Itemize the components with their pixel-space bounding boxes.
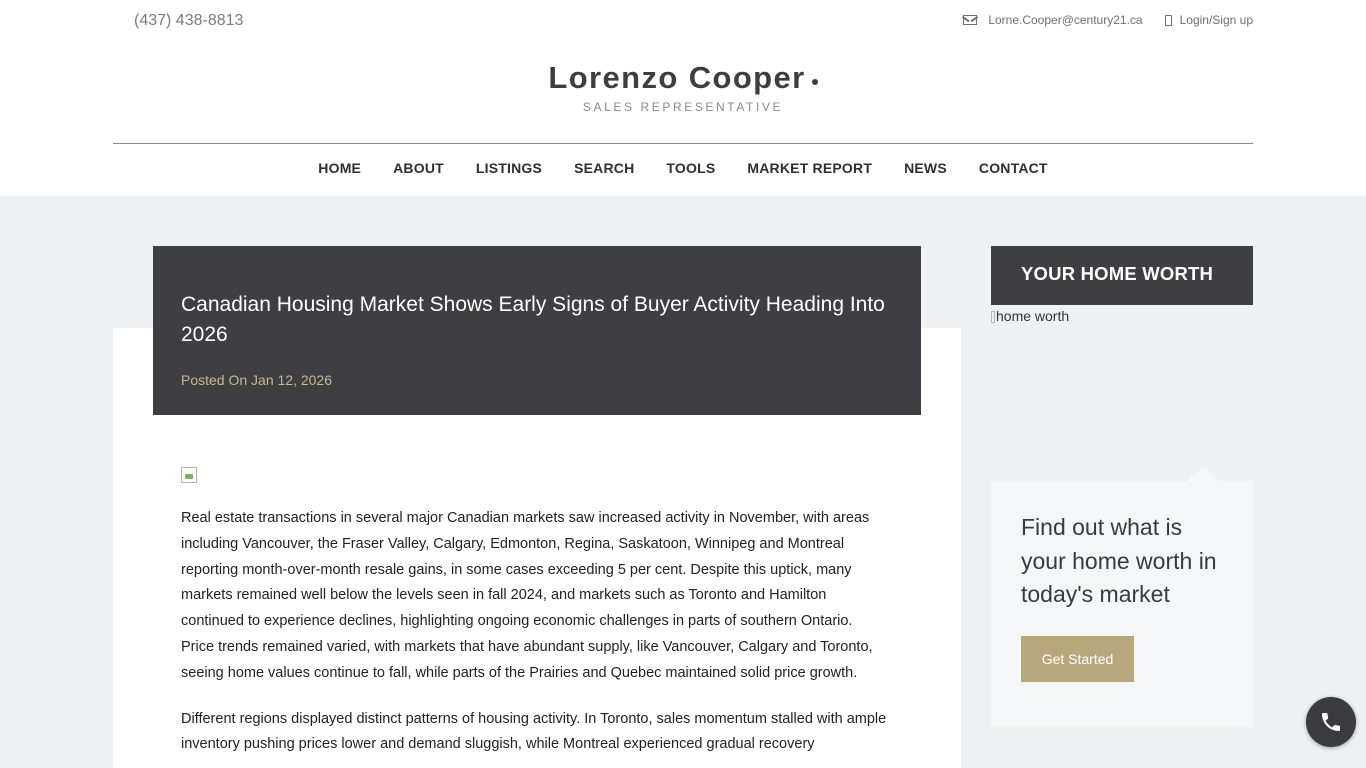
home-worth-alt-text: home worth bbox=[996, 308, 1070, 324]
header-divider bbox=[113, 143, 1253, 144]
phone-icon bbox=[1322, 713, 1340, 731]
nav-search[interactable]: SEARCH bbox=[574, 160, 634, 176]
brand-dot bbox=[811, 79, 818, 85]
home-worth-image: home worth bbox=[991, 308, 1069, 324]
top-right-links: Lorne.Cooper@century21.ca Login/Sign up bbox=[963, 13, 1253, 27]
nav-tools[interactable]: TOOLS bbox=[666, 160, 715, 176]
sidebar-heading: YOUR HOME WORTH bbox=[991, 246, 1253, 305]
article-title: Canadian Housing Market Shows Early Sign… bbox=[181, 293, 885, 346]
nav-about[interactable]: ABOUT bbox=[393, 160, 444, 176]
home-worth-text: Find out what is your home worth in toda… bbox=[1021, 514, 1217, 607]
login-text[interactable]: Login/Sign up bbox=[1180, 13, 1253, 27]
broken-image-icon bbox=[991, 311, 995, 323]
article-paragraph: Different regions displayed distinct pat… bbox=[181, 710, 887, 753]
brand[interactable]: Lorenzo Cooper SALES REPRESENTATIVE bbox=[0, 60, 1366, 114]
nav-contact[interactable]: CONTACT bbox=[979, 160, 1048, 176]
email-text[interactable]: Lorne.Cooper@century21.ca bbox=[988, 13, 1142, 27]
site-header: (437) 438-8813 Lorne.Cooper@century21.ca… bbox=[0, 0, 1366, 196]
article-date: Posted On Jan 12, 2026 bbox=[181, 372, 332, 388]
get-started-button[interactable]: Get Started bbox=[1021, 635, 1134, 682]
home-worth-card: Find out what is your home worth in toda… bbox=[991, 467, 1253, 727]
brand-title: SALES REPRESENTATIVE bbox=[582, 100, 784, 114]
article-body: Real estate transactions in several majo… bbox=[181, 506, 889, 768]
nav-news[interactable]: NEWS bbox=[904, 160, 947, 176]
mail-icon bbox=[963, 15, 978, 25]
nav-market-report[interactable]: MARKET REPORT bbox=[747, 160, 872, 176]
phone-number[interactable]: (437) 438-8813 bbox=[134, 12, 243, 30]
device-icon bbox=[1164, 14, 1172, 26]
login-link[interactable]: Login/Sign up bbox=[1143, 13, 1253, 27]
article-paragraph: Real estate transactions in several majo… bbox=[181, 510, 873, 681]
brand-name-row: Lorenzo Cooper bbox=[0, 60, 1366, 96]
article-image bbox=[181, 467, 197, 483]
nav-home[interactable]: HOME bbox=[318, 160, 361, 176]
brand-name[interactable]: Lorenzo Cooper bbox=[548, 60, 805, 95]
call-button[interactable] bbox=[1306, 697, 1356, 747]
nav-listings[interactable]: LISTINGS bbox=[476, 160, 542, 176]
email-link[interactable]: Lorne.Cooper@century21.ca bbox=[963, 13, 1143, 27]
article-hero: Canadian Housing Market Shows Early Sign… bbox=[153, 246, 921, 415]
main-nav: HOME ABOUT LISTINGS SEARCH TOOLS MARKET … bbox=[0, 160, 1366, 176]
